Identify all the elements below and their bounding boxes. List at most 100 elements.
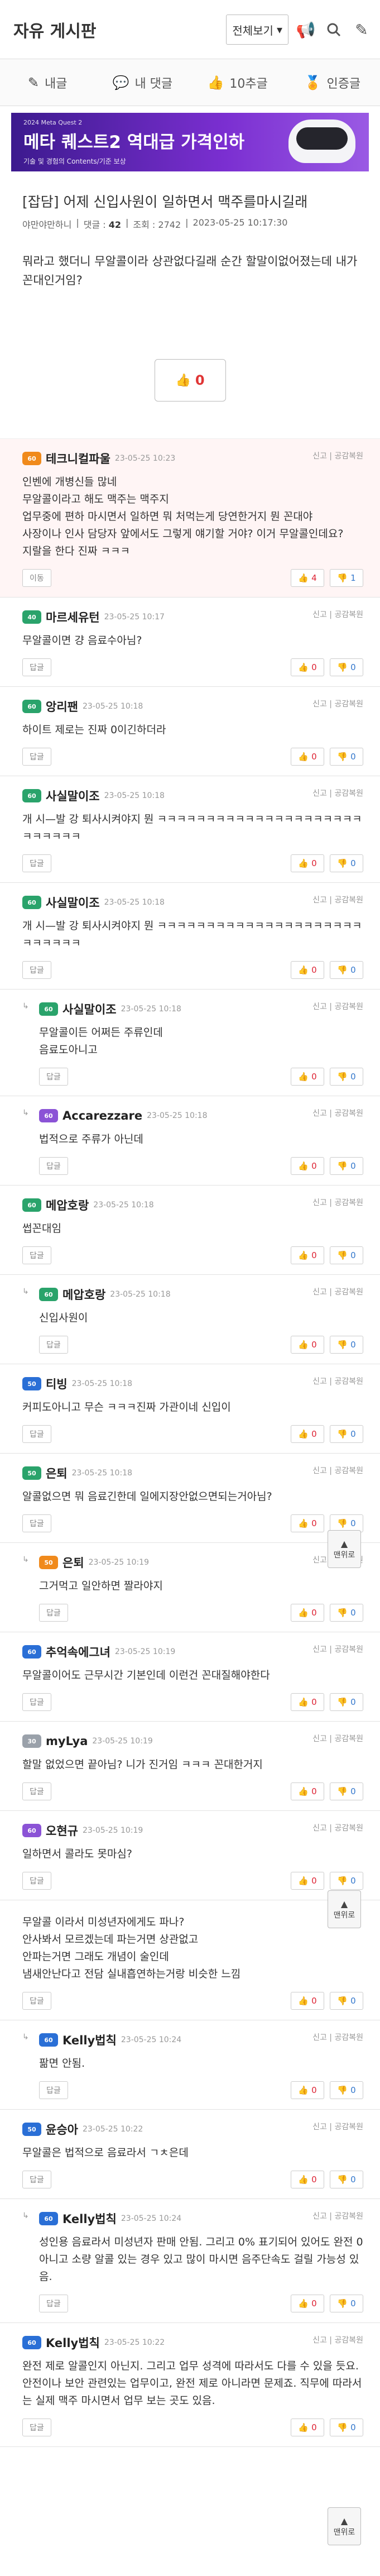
report-link[interactable]: 신고 — [312, 2033, 327, 2042]
comment-author[interactable]: Kelly법칙 — [62, 2210, 117, 2227]
downvote-button[interactable]: 👎 0 — [330, 1157, 363, 1175]
reply-button[interactable]: 답글 — [22, 1246, 51, 1264]
reply-button[interactable]: 답글 — [22, 1782, 51, 1800]
tab-certified[interactable]: 🏅 인증글 — [285, 59, 380, 106]
like-reply-link[interactable]: 공감복원 — [334, 1002, 363, 1011]
upvote-button[interactable]: 👍 0 — [291, 2419, 324, 2436]
pencil-icon[interactable]: ✎ — [351, 19, 372, 40]
comment-author[interactable]: 윤승아 — [46, 2121, 78, 2138]
downvote-button[interactable]: 👎 0 — [330, 2081, 363, 2099]
report-link[interactable]: 신고 — [312, 1645, 327, 1654]
upvote-button[interactable]: 👍 0 — [291, 1514, 324, 1532]
report-link[interactable]: 신고 — [312, 1824, 327, 1833]
upvote-button[interactable]: 👍 0 — [291, 1872, 324, 1890]
comment-author[interactable]: 마르세유턴 — [46, 609, 100, 625]
reply-button[interactable]: 답글 — [22, 1992, 51, 2010]
tab-my-comments[interactable]: 💬 내 댓글 — [95, 59, 190, 106]
reply-button[interactable]: 답글 — [22, 658, 51, 676]
upvote-button[interactable]: 👍 0 — [291, 961, 324, 979]
downvote-button[interactable]: 👎 0 — [330, 854, 363, 872]
reply-button[interactable]: 답글 — [22, 748, 51, 766]
upvote-button[interactable]: 👍 0 — [291, 2171, 324, 2188]
post-like-button[interactable]: 👍 0 — [154, 359, 226, 402]
reply-button[interactable]: 답글 — [22, 1425, 51, 1443]
comment-author[interactable]: Kelly법칙 — [46, 2334, 100, 2351]
reply-button[interactable]: 답글 — [22, 1872, 51, 1890]
downvote-button[interactable]: 👎 0 — [330, 1693, 363, 1711]
downvote-button[interactable]: 👎 0 — [330, 1425, 363, 1443]
search-icon[interactable] — [323, 19, 344, 40]
like-reply-link[interactable]: 공감복원 — [334, 1645, 363, 1654]
downvote-button[interactable]: 👎 1 — [330, 569, 363, 587]
downvote-button[interactable]: 👎 0 — [330, 1992, 363, 2010]
comment-author[interactable]: 티빙 — [46, 1375, 68, 1392]
comment-author[interactable]: 사실말이조 — [46, 787, 100, 804]
like-reply-link[interactable]: 공감복원 — [334, 2212, 363, 2221]
upvote-button[interactable]: 👍 0 — [291, 1693, 324, 1711]
upvote-button[interactable]: 👍 0 — [291, 1157, 324, 1175]
like-reply-link[interactable]: 공감복원 — [334, 896, 363, 905]
scroll-top-button[interactable]: ▲ 맨위로 — [328, 1530, 361, 1568]
ad-banner[interactable]: 2024 Meta Quest 2 메타 퀘스트2 역대급 가격인하 기술 및 … — [11, 113, 369, 171]
like-reply-link[interactable]: 공감복원 — [334, 2033, 363, 2042]
report-link[interactable]: 신고 — [312, 1002, 327, 1011]
scroll-top-button[interactable]: ▲ 맨위로 — [328, 2507, 361, 2545]
filter-select[interactable]: 전체보기 ▾ — [226, 15, 288, 45]
comment-author[interactable]: 은퇴 — [46, 1465, 68, 1481]
downvote-button[interactable]: 👎 0 — [330, 748, 363, 766]
comment-author[interactable]: 메압호랑 — [46, 1197, 89, 1213]
upvote-button[interactable]: 👍 0 — [291, 1992, 324, 2010]
like-reply-link[interactable]: 공감복원 — [334, 1824, 363, 1833]
comment-author[interactable]: 사실말이조 — [46, 894, 100, 911]
report-link[interactable]: 신고 — [312, 896, 327, 905]
upvote-button[interactable]: 👍 0 — [291, 1246, 324, 1264]
post-author[interactable]: 야만야만하니 — [22, 217, 71, 231]
upvote-button[interactable]: 👍 0 — [291, 1604, 324, 1622]
comment-author[interactable]: Accarezzare — [62, 1109, 142, 1122]
tab-my-posts[interactable]: ✎ 내글 — [0, 59, 95, 106]
like-reply-link[interactable]: 공감복원 — [334, 1288, 363, 1297]
report-link[interactable]: 신고 — [312, 452, 327, 461]
report-link[interactable]: 신고 — [312, 1466, 327, 1475]
report-link[interactable]: 신고 — [312, 1109, 327, 1118]
upvote-button[interactable]: 👍 0 — [291, 1425, 324, 1443]
comment-author[interactable]: 오현규 — [46, 1822, 78, 1839]
downvote-button[interactable]: 👎 0 — [330, 1604, 363, 1622]
reply-button[interactable]: 답글 — [22, 1693, 51, 1711]
reply-button[interactable]: 답글 — [22, 2419, 51, 2436]
reply-button[interactable]: 답글 — [39, 2295, 68, 2312]
reply-button[interactable]: 답글 — [39, 1336, 68, 1354]
like-reply-link[interactable]: 공감복원 — [334, 1377, 363, 1386]
report-link[interactable]: 신고 — [312, 789, 327, 798]
reply-button[interactable]: 이동 — [22, 569, 51, 587]
like-reply-link[interactable]: 공감복원 — [334, 1198, 363, 1207]
report-link[interactable]: 신고 — [312, 1377, 327, 1386]
like-reply-link[interactable]: 공감복원 — [334, 452, 363, 461]
like-reply-link[interactable]: 공감복원 — [334, 1109, 363, 1118]
report-link[interactable]: 신고 — [312, 2336, 327, 2345]
megaphone-icon[interactable]: 📢 — [295, 19, 316, 40]
reply-button[interactable]: 답글 — [39, 2081, 68, 2099]
scroll-top-button[interactable]: ▲ 맨위로 — [328, 1890, 361, 1928]
comment-author[interactable]: 메압호랑 — [62, 1286, 105, 1303]
comment-author[interactable]: myLya — [46, 1734, 88, 1748]
upvote-button[interactable]: 👍 0 — [291, 854, 324, 872]
downvote-button[interactable]: 👎 0 — [330, 1068, 363, 1086]
report-link[interactable]: 신고 — [312, 1288, 327, 1297]
like-reply-link[interactable]: 공감복원 — [334, 700, 363, 709]
comment-author[interactable]: 사실말이조 — [62, 1001, 117, 1017]
downvote-button[interactable]: 👎 0 — [330, 1336, 363, 1354]
reply-button[interactable]: 답글 — [22, 854, 51, 872]
report-link[interactable]: 신고 — [312, 2212, 327, 2221]
comment-author[interactable]: 앙리팬 — [46, 698, 78, 715]
like-reply-link[interactable]: 공감복원 — [334, 1734, 363, 1743]
upvote-button[interactable]: 👍 0 — [291, 1068, 324, 1086]
comment-author[interactable]: 추억속에그녀 — [46, 1643, 110, 1660]
like-reply-link[interactable]: 공감복원 — [334, 789, 363, 798]
like-reply-link[interactable]: 공감복원 — [334, 1466, 363, 1475]
downvote-button[interactable]: 👎 0 — [330, 2295, 363, 2312]
downvote-button[interactable]: 👎 0 — [330, 2171, 363, 2188]
report-link[interactable]: 신고 — [312, 1198, 327, 1207]
upvote-button[interactable]: 👍 4 — [291, 569, 324, 587]
upvote-button[interactable]: 👍 0 — [291, 748, 324, 766]
